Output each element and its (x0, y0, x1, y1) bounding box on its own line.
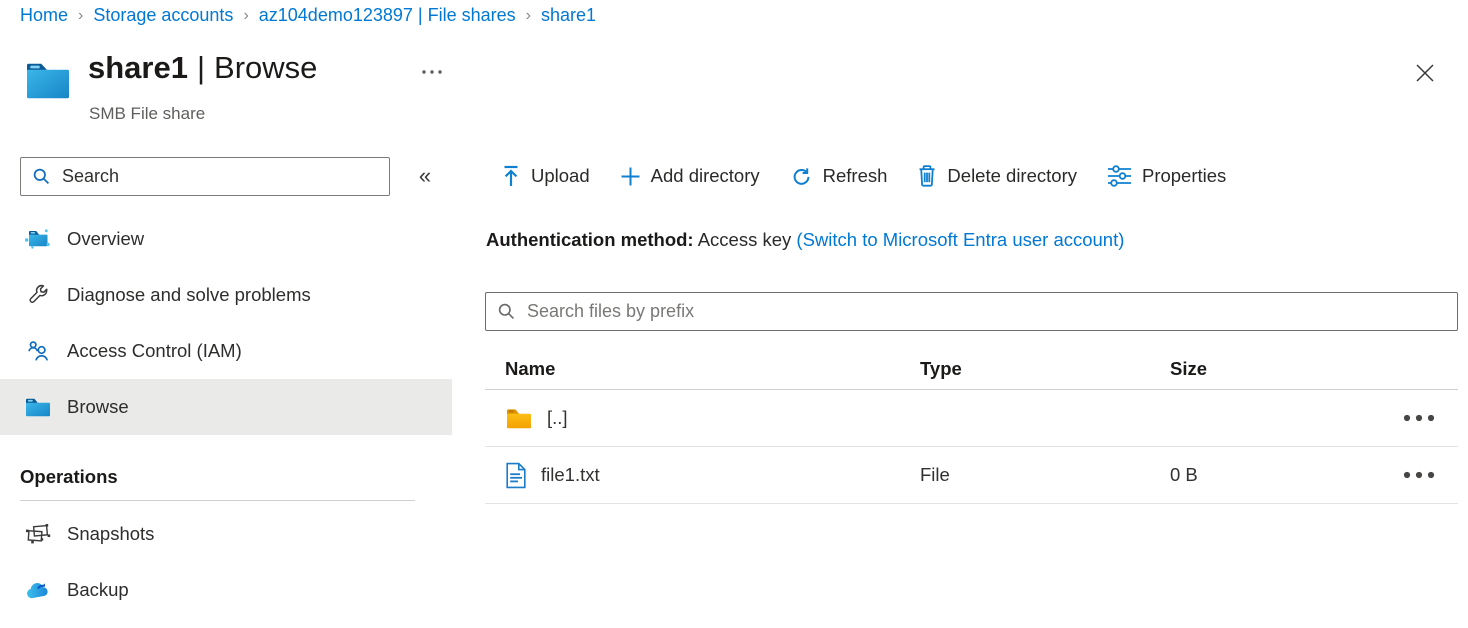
search-icon (497, 302, 516, 321)
column-header-type: Type (920, 358, 1170, 380)
sidebar-item-label: Overview (67, 228, 144, 250)
toolbar-label: Refresh (823, 165, 888, 187)
row-menu-icon[interactable] (1402, 407, 1436, 429)
table-header: Name Type Size (485, 348, 1458, 390)
sidebar-search-input[interactable] (60, 165, 378, 188)
add-directory-button[interactable]: Add directory (620, 165, 760, 187)
wrench-icon (24, 282, 51, 308)
collapse-sidebar-icon[interactable]: « (407, 158, 443, 194)
file-name: file1.txt (541, 464, 600, 486)
trash-icon (917, 164, 937, 188)
chevron-right-icon: › (526, 6, 531, 25)
sidebar-search (20, 157, 390, 196)
more-options-icon[interactable] (418, 62, 446, 82)
backup-cloud-icon (24, 577, 51, 603)
file-name: [..] (547, 407, 568, 429)
upload-icon (501, 164, 521, 188)
sliders-icon (1107, 165, 1132, 187)
toolbar-label: Properties (1142, 165, 1226, 187)
breadcrumb-share1[interactable]: share1 (541, 5, 596, 26)
people-icon (24, 338, 51, 364)
file-share-icon (24, 57, 72, 105)
column-header-name: Name (485, 358, 920, 380)
toolbar-label: Upload (531, 165, 590, 187)
properties-button[interactable]: Properties (1107, 165, 1226, 187)
sidebar-item-label: Access Control (IAM) (67, 340, 242, 362)
resource-name: share1 (88, 50, 188, 86)
breadcrumb-home[interactable]: Home (20, 5, 68, 26)
close-icon[interactable] (1407, 55, 1443, 91)
file-table: Name Type Size [..] (485, 348, 1458, 504)
sidebar-item-label: Browse (67, 396, 129, 418)
sidebar-item-label: Diagnose and solve problems (67, 284, 311, 306)
toolbar-label: Delete directory (947, 165, 1077, 187)
refresh-button[interactable]: Refresh (790, 165, 888, 188)
file-document-icon (505, 462, 527, 489)
snapshots-icon (24, 521, 51, 547)
toolbar-label: Add directory (651, 165, 760, 187)
file-search (485, 292, 1458, 331)
auth-label: Authentication method: (486, 229, 694, 250)
blade-name: Browse (214, 50, 317, 86)
overview-folder-icon (24, 226, 51, 252)
file-type: File (920, 464, 1170, 486)
auth-value: Access key (698, 229, 792, 250)
file-search-input[interactable] (525, 300, 1446, 323)
breadcrumb-file-shares[interactable]: az104demo123897 | File shares (259, 5, 516, 26)
file-size: 0 B (1170, 464, 1370, 486)
column-header-size: Size (1170, 358, 1370, 380)
sidebar-item-browse[interactable]: Browse (0, 379, 452, 435)
sidebar: « Overview (0, 145, 452, 628)
breadcrumb-storage-accounts[interactable]: Storage accounts (93, 5, 233, 26)
delete-directory-button[interactable]: Delete directory (917, 164, 1077, 188)
folder-icon (505, 407, 533, 430)
page-subtitle: SMB File share (89, 104, 205, 124)
chevron-right-icon: › (243, 6, 248, 25)
upload-button[interactable]: Upload (501, 164, 590, 188)
row-menu-icon[interactable] (1402, 464, 1436, 486)
switch-auth-link[interactable]: (Switch to Microsoft Entra user account) (796, 229, 1124, 250)
section-divider (20, 500, 415, 501)
sidebar-item-label: Backup (67, 579, 129, 601)
authentication-method-line: Authentication method: Access key (Switc… (486, 229, 1124, 251)
sidebar-section-operations: Operations (20, 463, 118, 491)
title-separator: | (197, 50, 205, 86)
sidebar-item-backup[interactable]: Backup (0, 562, 452, 618)
command-bar: Upload Add directory Refresh (501, 157, 1226, 195)
breadcrumb: Home › Storage accounts › az104demo12389… (20, 1, 596, 29)
sidebar-item-label: Snapshots (67, 523, 154, 545)
chevron-right-icon: › (78, 6, 83, 25)
sidebar-item-diagnose[interactable]: Diagnose and solve problems (0, 267, 452, 323)
refresh-icon (790, 165, 813, 188)
page-title: share1 | Browse (88, 50, 317, 86)
sidebar-item-access-control[interactable]: Access Control (IAM) (0, 323, 452, 379)
sidebar-item-overview[interactable]: Overview (0, 211, 452, 267)
search-icon (32, 167, 51, 186)
table-row-parent-directory[interactable]: [..] (485, 390, 1458, 447)
browse-folder-icon (24, 394, 51, 420)
plus-icon (620, 166, 641, 187)
sidebar-item-snapshots[interactable]: Snapshots (0, 506, 452, 562)
table-row-file1[interactable]: file1.txt File 0 B (485, 447, 1458, 504)
